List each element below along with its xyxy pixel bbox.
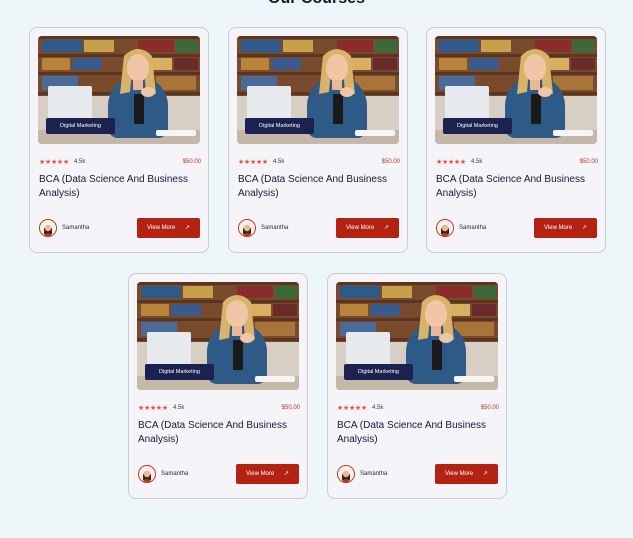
arrow-up-right-icon: ↗ [383,224,389,231]
author-name: Samantha [261,225,289,231]
course-image: Digital Marketing [435,36,597,144]
avatar-icon [138,465,156,483]
star-icon: ★★★★★ [238,158,268,166]
avatar-icon [238,219,256,237]
star-icon: ★★★★★ [337,404,367,412]
star-icon: ★★★★★ [436,158,466,166]
author-name: Samantha [459,225,487,231]
view-more-button[interactable]: View More ↗ [236,464,299,484]
view-more-button[interactable]: View More ↗ [435,464,498,484]
course-category-tag[interactable]: Digital Marketing [344,364,413,380]
rating-count: 4.5k [372,405,384,411]
course-category-tag[interactable]: Digital Marketing [145,364,214,380]
course-meta: ★★★★★ 4.5k $50.00 [436,157,598,167]
avatar-icon [337,465,355,483]
view-more-label: View More [246,471,275,477]
author-name: Samantha [62,225,90,231]
course-category-tag[interactable]: Digital Marketing [46,118,115,134]
view-more-button[interactable]: View More ↗ [336,218,399,238]
view-more-button[interactable]: View More ↗ [534,218,597,238]
course-price: $50.00 [281,405,300,411]
star-icon: ★★★★★ [39,158,69,166]
course-image: Digital Marketing [336,282,498,390]
course-image: Digital Marketing [237,36,399,144]
course-card[interactable]: Digital Marketing ★★★★★ 4.5k $50.00 BCA … [327,273,507,499]
course-category-tag[interactable]: Digital Marketing [245,118,314,134]
course-card[interactable]: Digital Marketing ★★★★★ 4.5k $50.00 BCA … [128,273,308,499]
course-image: Digital Marketing [137,282,299,390]
rating-count: 4.5k [471,159,483,165]
course-meta: ★★★★★ 4.5k $50.00 [238,157,400,167]
arrow-up-right-icon: ↗ [482,470,488,477]
arrow-up-right-icon: ↗ [184,224,190,231]
course-image: Digital Marketing [38,36,200,144]
author-name: Samantha [161,471,189,477]
view-more-label: View More [346,225,375,231]
avatar-icon [436,219,454,237]
course-card[interactable]: Digital Marketing ★★★★★ 4.5k $50.00 BCA … [29,27,209,253]
arrow-up-right-icon: ↗ [283,470,289,477]
course-title[interactable]: BCA (Data Science And Business Analysis) [436,173,596,201]
rating-count: 4.5k [173,405,185,411]
author-name: Samantha [360,471,388,477]
course-title[interactable]: BCA (Data Science And Business Analysis) [39,173,199,201]
arrow-up-right-icon: ↗ [581,224,587,231]
rating-count: 4.5k [273,159,285,165]
course-title[interactable]: BCA (Data Science And Business Analysis) [238,173,398,201]
star-icon: ★★★★★ [138,404,168,412]
course-meta: ★★★★★ 4.5k $50.00 [337,403,499,413]
course-price: $50.00 [381,159,400,165]
course-title[interactable]: BCA (Data Science And Business Analysis) [337,419,497,447]
course-price: $50.00 [579,159,598,165]
avatar-icon [39,219,57,237]
view-more-label: View More [147,225,176,231]
course-category-tag[interactable]: Digital Marketing [443,118,512,134]
course-meta: ★★★★★ 4.5k $50.00 [138,403,300,413]
course-title[interactable]: BCA (Data Science And Business Analysis) [138,419,298,447]
course-price: $50.00 [182,159,201,165]
rating-count: 4.5k [74,159,86,165]
view-more-label: View More [445,471,474,477]
course-price: $50.00 [480,405,499,411]
course-card[interactable]: Digital Marketing ★★★★★ 4.5k $50.00 BCA … [228,27,408,253]
course-card[interactable]: Digital Marketing ★★★★★ 4.5k $50.00 BCA … [426,27,606,253]
section-title: Our Courses [0,0,633,8]
course-meta: ★★★★★ 4.5k $50.00 [39,157,201,167]
view-more-label: View More [544,225,573,231]
view-more-button[interactable]: View More ↗ [137,218,200,238]
